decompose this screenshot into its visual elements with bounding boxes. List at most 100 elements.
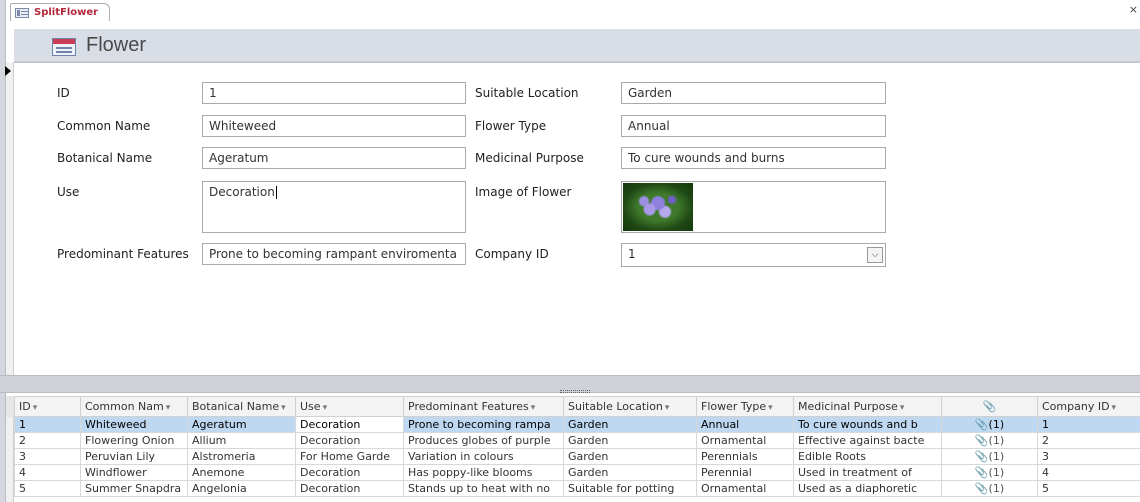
cell-id[interactable]: 5 [14,480,81,497]
document-tab-strip [0,0,1140,20]
cell-botanical-name[interactable]: Angelonia [187,480,296,497]
cell-id[interactable]: 2 [14,432,81,449]
common-name-field[interactable]: Whiteweed [202,115,466,137]
cell-botanical-name[interactable]: Alstromeria [187,448,296,465]
close-icon[interactable]: × [1129,3,1138,16]
splitter-grip-icon[interactable] [560,390,590,393]
sort-dropdown-icon[interactable]: ▾ [166,403,171,413]
cell-company-id[interactable]: 2 [1037,432,1140,449]
cell-medicinal-purpose[interactable]: Used as a diaphoretic [793,480,942,497]
column-header-common-name[interactable]: Common Nam ▾ [80,396,188,417]
sort-dropdown-icon[interactable]: ▾ [768,403,773,413]
cell-medicinal-purpose[interactable]: Effective against bacte [793,432,942,449]
cell-medicinal-purpose[interactable]: Edible Roots [793,448,942,465]
use-field[interactable]: Decoration [202,181,466,233]
table-row[interactable]: 5 Summer Snapdra Angelonia Decoration Stands… [14,480,1140,497]
sort-dropdown-icon[interactable]: ▾ [281,403,286,413]
cell-botanical-name[interactable]: Ageratum [187,416,296,433]
cell-predominant-features[interactable]: Variation in colours [403,448,564,465]
cell-common-name[interactable]: Flowering Onion [80,432,188,449]
cell-medicinal-purpose[interactable]: To cure wounds and b [793,416,942,433]
column-header-medicinal-purpose[interactable]: Medicinal Purpose ▾ [793,396,942,417]
column-header-id[interactable]: ID ▾ [14,396,81,417]
column-header-attachment[interactable]: 📎 [941,396,1038,417]
cell-attachment[interactable]: 📎(1) [941,432,1038,449]
column-header-label: Suitable Location [568,400,663,413]
predominant-features-field[interactable]: Prone to becoming rampant enviromenta [202,243,466,265]
cell-suitable-location[interactable]: Garden [563,448,697,465]
cell-predominant-features[interactable]: Prone to becoming rampa [403,416,564,433]
cell-flower-type[interactable]: Ornamental [696,480,794,497]
flower-image[interactable] [623,183,693,231]
column-header-predominant-features[interactable]: Predominant Features ▾ [403,396,564,417]
chevron-down-icon[interactable]: ⌵ [867,247,883,263]
cell-attachment[interactable]: 📎(1) [941,416,1038,433]
column-header-suitable-location[interactable]: Suitable Location ▾ [563,396,697,417]
cell-botanical-name[interactable]: Allium [187,432,296,449]
cell-use[interactable]: Decoration [295,432,404,449]
company-id-combobox[interactable]: 1 ⌵ [621,243,886,267]
cell-suitable-location[interactable]: Garden [563,432,697,449]
table-row[interactable]: 3 Peruvian Lily Alstromeria For Home Garde V… [14,448,1140,465]
cell-use[interactable]: For Home Garde [295,448,404,465]
sort-dropdown-icon[interactable]: ▾ [33,403,38,413]
sort-dropdown-icon[interactable]: ▾ [900,403,905,413]
form-icon [15,7,29,18]
cell-attachment[interactable]: 📎(1) [941,464,1038,481]
record-selector[interactable] [6,62,14,375]
cell-attachment[interactable]: 📎(1) [941,448,1038,465]
cell-flower-type[interactable]: Annual [696,416,794,433]
cell-company-id[interactable]: 4 [1037,464,1140,481]
cell-company-id[interactable]: 1 [1037,416,1140,433]
column-header-flower-type[interactable]: Flower Type ▾ [696,396,794,417]
column-header-label: Medicinal Purpose [798,400,898,413]
sort-dropdown-icon[interactable]: ▾ [323,403,328,413]
cell-id[interactable]: 1 [14,416,81,433]
cell-flower-type[interactable]: Perennials [696,448,794,465]
cell-common-name[interactable]: Whiteweed [80,416,188,433]
cell-id[interactable]: 4 [14,464,81,481]
cell-predominant-features[interactable]: Stands up to heat with no [403,480,564,497]
detail-top-border [14,62,1140,63]
column-header-label: 📎 [982,400,997,413]
cell-common-name[interactable]: Summer Snapdra [80,480,188,497]
select-all-corner[interactable] [6,396,14,417]
cell-common-name[interactable]: Windflower [80,464,188,481]
table-row[interactable]: 4 Windflower Anemone Decoration Has poppy-li… [14,464,1140,481]
tab-label: SplitFlower [34,7,99,18]
cell-use[interactable]: Decoration [295,464,404,481]
cell-common-name[interactable]: Peruvian Lily [80,448,188,465]
cell-company-id[interactable]: 3 [1037,448,1140,465]
medicinal-purpose-field[interactable]: To cure wounds and burns [621,147,886,169]
table-row[interactable]: 2 Flowering Onion Allium Decoration Produces… [14,432,1140,449]
cell-suitable-location[interactable]: Garden [563,416,697,433]
cell-company-id[interactable]: 5 [1037,480,1140,497]
cell-attachment[interactable]: 📎(1) [941,480,1038,497]
cell-suitable-location[interactable]: Suitable for potting [563,480,697,497]
cell-flower-type[interactable]: Perennial [696,464,794,481]
column-header-botanical-name[interactable]: Botanical Name ▾ [187,396,296,417]
image-attachment-field[interactable] [621,181,886,233]
cell-flower-type[interactable]: Ornamental [696,432,794,449]
suitable-location-field[interactable]: Garden [621,82,886,104]
tab-splitflower[interactable]: SplitFlower [10,3,110,21]
datasheet-table: ID ▾ Common Nam ▾ Botanical Name ▾ Use ▾ Predomi… [14,396,1140,497]
id-field[interactable]: 1 [202,82,466,104]
cell-medicinal-purpose[interactable]: Used in treatment of [793,464,942,481]
sort-dropdown-icon[interactable]: ▾ [665,403,670,413]
cell-predominant-features[interactable]: Has poppy-like blooms [403,464,564,481]
table-row[interactable]: 1 Whiteweed Ageratum Decoration Prone to bec… [14,416,1140,433]
sort-dropdown-icon[interactable]: ▾ [1112,403,1117,413]
cell-use[interactable]: Decoration [295,416,404,433]
cell-predominant-features[interactable]: Produces globes of purple [403,432,564,449]
cell-botanical-name[interactable]: Anemone [187,464,296,481]
cell-use[interactable]: Decoration [295,480,404,497]
column-header-company-id[interactable]: Company ID ▾ [1037,396,1140,417]
flower-type-field[interactable]: Annual [621,115,886,137]
cell-id[interactable]: 3 [14,448,81,465]
sort-dropdown-icon[interactable]: ▾ [531,403,536,413]
cell-suitable-location[interactable]: Garden [563,464,697,481]
column-header-use[interactable]: Use ▾ [295,396,404,417]
botanical-name-field[interactable]: Ageratum [202,147,466,169]
form-header-icon [52,38,76,56]
